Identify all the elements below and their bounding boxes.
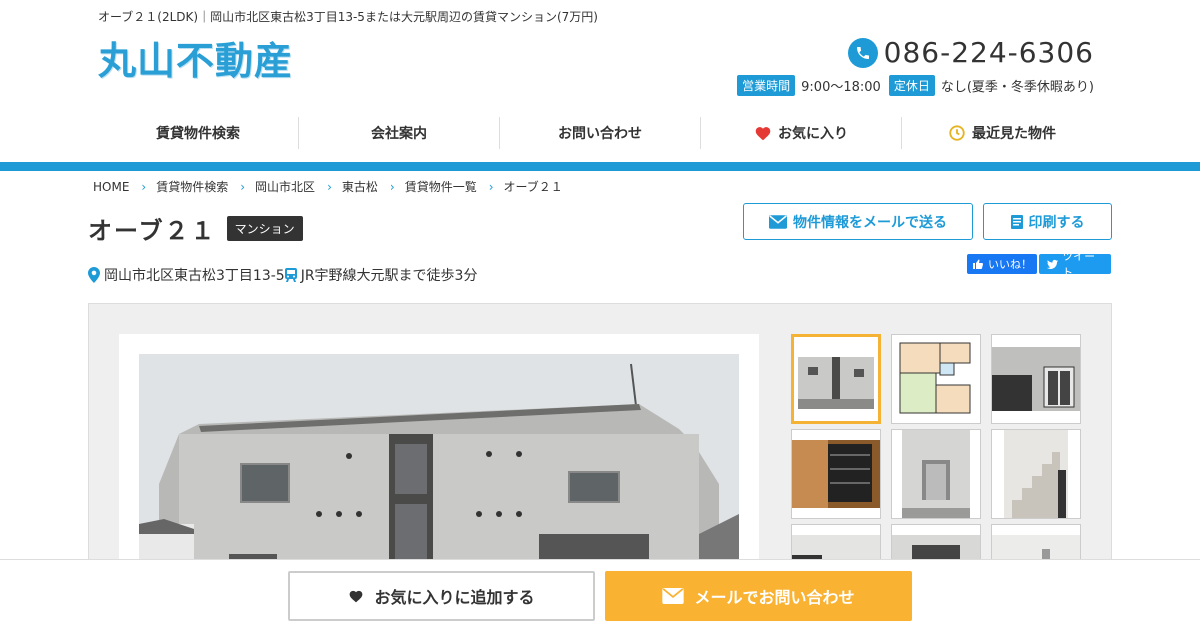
breadcrumb-town[interactable]: 東古松: [342, 178, 378, 195]
email-inquiry-label: メールでお問い合わせ: [694, 588, 855, 607]
nav-item-contact[interactable]: お問い合わせ: [500, 117, 701, 149]
phone-number: 086-224-6306: [883, 36, 1094, 69]
closed-value: なし(夏季・冬季休暇あり): [940, 80, 1094, 95]
print-button[interactable]: 印刷する: [983, 203, 1112, 240]
phone-block[interactable]: 086-224-6306: [847, 36, 1094, 69]
social-buttons: いいね！ ツイート: [967, 250, 1111, 279]
tweet-button[interactable]: ツイート: [1039, 250, 1111, 279]
thumbnail-hallway[interactable]: [891, 429, 981, 519]
facebook-like-button[interactable]: いいね！: [967, 254, 1037, 274]
train-icon: [284, 268, 297, 282]
site-logo[interactable]: 丸山不動産: [98, 30, 293, 85]
hours-label: 営業時間: [737, 75, 796, 96]
breadcrumb: HOME › 賃貸物件検索 › 岡山市北区 › 東古松 › 賃貸物件一覧 › オ…: [93, 178, 563, 195]
hours-value: 9:00〜18:00: [801, 80, 881, 95]
thumbnail-stairs[interactable]: [991, 429, 1081, 519]
closed-label: 定休日: [888, 75, 935, 96]
add-to-favorites-label: お気に入りに追加する: [374, 588, 535, 607]
breadcrumb-list[interactable]: 賃貸物件一覧: [405, 178, 477, 195]
property-address: 岡山市北区東古松3丁目13-5: [104, 268, 285, 284]
twitter-bird-icon: [1047, 259, 1059, 269]
phone-icon: [847, 37, 878, 68]
add-to-favorites-button[interactable]: お気に入りに追加する: [288, 571, 595, 621]
nav-label: 賃貸物件検索: [156, 126, 240, 142]
page-description: オーブ２１(2LDK)｜岡山市北区東古松3丁目13-5または大元駅周辺の賃貸マン…: [98, 10, 598, 24]
property-title-row: オーブ２１ マンション: [88, 211, 303, 246]
main-nav: 賃貸物件検索 会社案内 お問い合わせ お気に入り 最近見た物件: [98, 117, 1102, 149]
chevron-right-icon: ›: [141, 179, 147, 194]
send-by-email-button[interactable]: 物件情報をメールで送る: [743, 203, 973, 240]
thumbnail-shoebox[interactable]: [791, 429, 881, 519]
chevron-right-icon: ›: [488, 179, 494, 194]
email-inquiry-button[interactable]: メールでお問い合わせ: [605, 571, 912, 621]
nav-item-search[interactable]: 賃貸物件検索: [98, 117, 299, 149]
photo-gallery: [88, 303, 1112, 614]
thumbnail-exterior[interactable]: [791, 334, 881, 424]
tweet-label: ツイート: [1062, 250, 1096, 279]
chevron-right-icon: ›: [240, 179, 246, 194]
property-access: JR宇野線大元駅まで徒歩3分: [300, 268, 478, 284]
nav-label: 最近見た物件: [972, 126, 1056, 142]
nav-label: お問い合わせ: [558, 126, 642, 142]
like-label: いいね！: [988, 258, 1032, 271]
bottom-action-bar: お気に入りに追加する メールでお問い合わせ: [0, 559, 1200, 630]
property-type-badge: マンション: [226, 216, 303, 241]
history-icon: [949, 125, 965, 141]
page: オーブ２１(2LDK)｜岡山市北区東古松3丁目13-5または大元駅周辺の賃貸マン…: [0, 0, 1200, 630]
nav-label: お気に入り: [778, 126, 848, 142]
print-icon: [1010, 214, 1023, 229]
header-divider: [0, 162, 1200, 171]
thumbs-up-icon: [973, 259, 984, 269]
breadcrumb-current: オーブ２１: [503, 180, 563, 194]
nav-item-favorites[interactable]: お気に入り: [701, 117, 902, 149]
thumbnail-floorplan[interactable]: [891, 334, 981, 424]
breadcrumb-area[interactable]: 岡山市北区: [255, 178, 315, 195]
site-header: オーブ２１(2LDK)｜岡山市北区東古松3丁目13-5または大元駅周辺の賃貸マン…: [0, 0, 1200, 112]
business-hours: 営業時間 9:00〜18:00 定休日 なし(夏季・冬季休暇あり): [737, 75, 1094, 96]
chevron-right-icon: ›: [327, 179, 332, 194]
heart-icon: [755, 127, 771, 141]
thumbnail-entrance[interactable]: [991, 334, 1081, 424]
breadcrumb-search[interactable]: 賃貸物件検索: [156, 178, 228, 195]
map-pin-icon: [88, 267, 100, 283]
nav-item-company[interactable]: 会社案内: [299, 117, 500, 149]
nav-label: 会社案内: [371, 126, 427, 142]
nav-item-recent[interactable]: 最近見た物件: [902, 117, 1102, 149]
heart-icon: [350, 590, 363, 603]
chevron-right-icon: ›: [389, 179, 395, 194]
print-label: 印刷する: [1028, 214, 1085, 231]
mail-icon: [769, 214, 787, 229]
property-location: 岡山市北区東古松3丁目13-5 JR宇野線大元駅まで徒歩3分: [88, 265, 477, 285]
property-title: オーブ２１: [88, 217, 217, 245]
breadcrumb-home[interactable]: HOME: [93, 180, 129, 194]
send-by-email-label: 物件情報をメールで送る: [793, 214, 947, 231]
mail-icon: [662, 588, 685, 604]
